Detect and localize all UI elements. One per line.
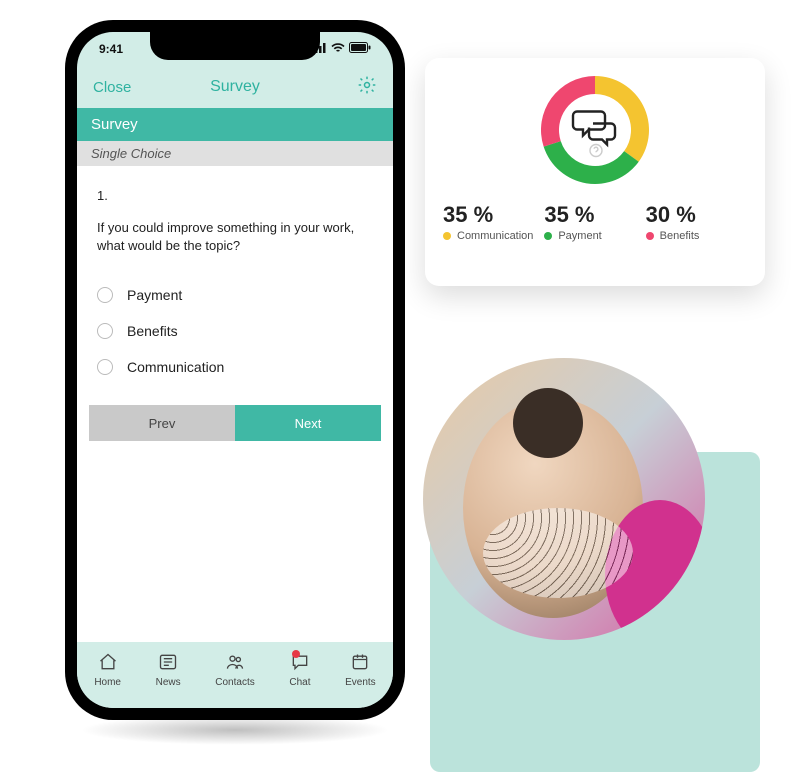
legend-label: Benefits — [660, 230, 700, 242]
results-chart-card: 35 % Communication 35 % Payment 30 % Ben… — [425, 58, 765, 286]
donut-chart — [537, 72, 653, 188]
wifi-icon — [331, 42, 345, 56]
legend-dot — [443, 232, 451, 240]
status-time: 9:41 — [99, 42, 123, 56]
battery-icon — [349, 42, 371, 56]
survey-subtitle: Single Choice — [77, 141, 393, 166]
phone-frame: 9:41 Close Survey Survey Singl — [65, 20, 405, 720]
tab-label: Events — [345, 677, 376, 688]
question-number: 1. — [97, 188, 373, 203]
tab-label: Home — [94, 677, 121, 688]
gear-icon[interactable] — [357, 75, 377, 100]
tab-label: Contacts — [215, 677, 254, 688]
tab-chat[interactable]: Chat — [289, 652, 310, 688]
legend-pct: 30 % — [646, 202, 696, 228]
next-button[interactable]: Next — [235, 405, 381, 441]
tab-home[interactable]: Home — [94, 652, 121, 688]
contacts-icon — [225, 652, 245, 675]
legend-pct: 35 % — [544, 202, 594, 228]
legend-label: Payment — [558, 230, 601, 242]
radio-icon — [97, 287, 113, 303]
legend-item-payment: 35 % Payment — [544, 202, 645, 242]
tab-contacts[interactable]: Contacts — [215, 652, 254, 688]
legend-dot — [544, 232, 552, 240]
chart-legend: 35 % Communication 35 % Payment 30 % Ben… — [437, 202, 753, 242]
survey-content: Survey Single Choice 1. If you could imp… — [77, 108, 393, 642]
legend-label: Communication — [457, 230, 533, 242]
home-icon — [98, 652, 118, 675]
survey-section-header: Survey — [77, 108, 393, 141]
legend-dot — [646, 232, 654, 240]
tab-bar: Home News Contacts Chat Events — [77, 642, 393, 708]
option-label: Communication — [127, 359, 224, 375]
prev-button[interactable]: Prev — [89, 405, 235, 441]
option-communication[interactable]: Communication — [97, 349, 373, 385]
legend-item-communication: 35 % Communication — [443, 202, 544, 242]
option-benefits[interactable]: Benefits — [97, 313, 373, 349]
radio-icon — [97, 359, 113, 375]
legend-pct: 35 % — [443, 202, 493, 228]
news-icon — [158, 652, 178, 675]
legend-item-benefits: 30 % Benefits — [646, 202, 747, 242]
tab-label: News — [156, 677, 181, 688]
decorative-photo — [423, 358, 705, 640]
option-label: Payment — [127, 287, 182, 303]
page-title: Survey — [210, 78, 260, 96]
events-icon — [350, 652, 370, 675]
radio-icon — [97, 323, 113, 339]
close-button[interactable]: Close — [93, 79, 131, 96]
option-label: Benefits — [127, 323, 178, 339]
phone-notch — [150, 32, 320, 60]
nav-bar: Close Survey — [77, 66, 393, 108]
tab-events[interactable]: Events — [345, 652, 376, 688]
option-payment[interactable]: Payment — [97, 277, 373, 313]
tab-label: Chat — [289, 677, 310, 688]
question-text: If you could improve something in your w… — [97, 219, 373, 255]
tab-news[interactable]: News — [156, 652, 181, 688]
speech-bubbles-icon — [571, 106, 619, 155]
